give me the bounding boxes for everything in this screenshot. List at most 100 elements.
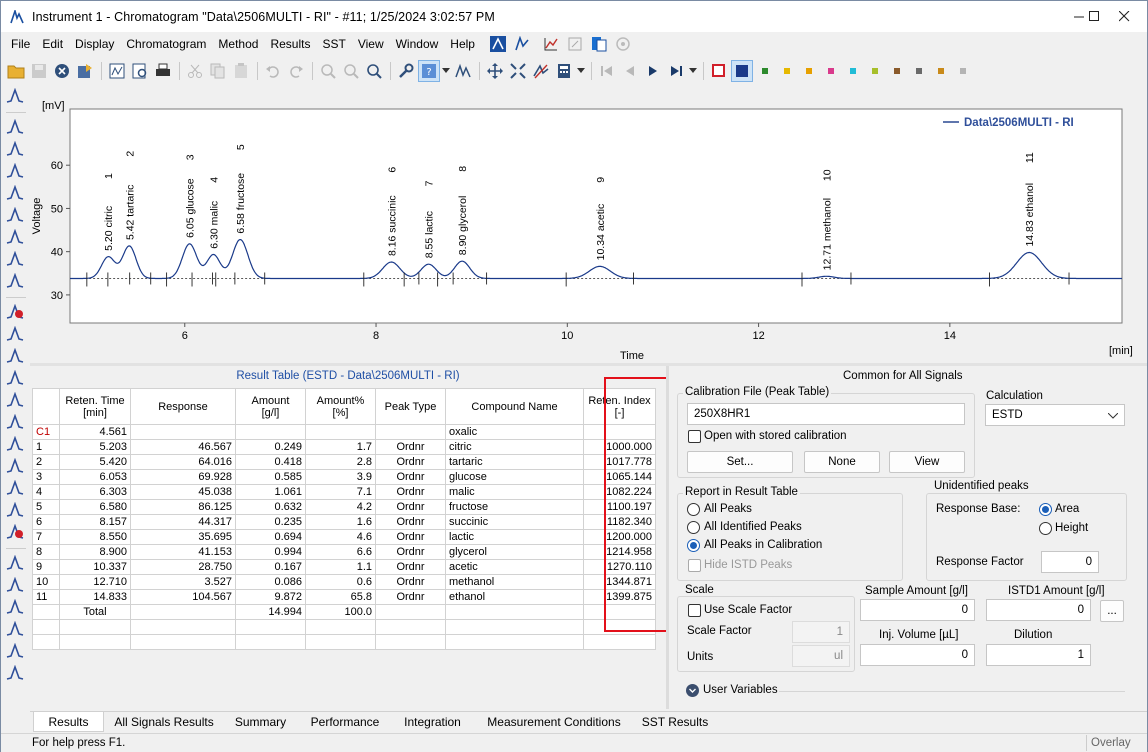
tab-all-signals-results[interactable]: All Signals Results [110,712,218,732]
table-cell[interactable]: Ordnr [375,544,446,560]
table-cell[interactable]: 3.9 [305,469,376,485]
table-cell[interactable]: succinic [445,514,584,530]
table-cell[interactable]: 9 [32,559,60,575]
copy-icon[interactable] [207,60,229,82]
table-cell[interactable]: 8.900 [59,544,131,560]
table-cell[interactable]: C1 [32,424,60,440]
peak-k-icon[interactable] [3,455,27,477]
table-cell[interactable]: 14.833 [59,589,131,605]
table-cell[interactable]: 104.567 [130,589,236,605]
peak-b-icon[interactable] [3,138,27,160]
table-cell[interactable]: 28.750 [130,559,236,575]
table-cell[interactable]: 10.337 [59,559,131,575]
open-chromatogram-icon[interactable] [106,60,128,82]
print-icon[interactable] [152,60,174,82]
tab-measurement-conditions[interactable]: Measurement Conditions [480,712,628,732]
peak-s-icon[interactable] [3,248,27,270]
table-cell[interactable] [375,424,446,440]
table-cell[interactable]: 3.527 [130,574,236,590]
dilution-field[interactable]: 1 [986,644,1091,666]
table-cell[interactable]: tartaric [445,454,584,470]
table-cell[interactable]: Ordnr [375,454,446,470]
help-cursor-icon[interactable]: ? [418,59,440,82]
baseline-tilt-icon[interactable] [3,574,27,596]
menu-help[interactable]: Help [444,33,481,55]
menu-method[interactable]: Method [212,33,264,55]
menu-edit[interactable]: Edit [36,33,69,55]
table-cell[interactable]: 6.053 [59,469,131,485]
table-cell[interactable]: 100.0 [305,604,376,620]
overlay-chart-icon[interactable] [542,36,560,52]
peak-valley-icon[interactable] [3,204,27,226]
table-cell[interactable]: Ordnr [375,529,446,545]
peak-final-icon[interactable] [3,662,27,684]
table-row[interactable]: 4 6.303 45.038 1.061 7.1 Ordnr malic 1082.224 [32,484,656,500]
table-cell[interactable]: 0.6 [305,574,376,590]
hide-istd-checkbox[interactable] [688,559,701,572]
baseline-icon[interactable] [3,552,27,574]
calculation-select[interactable]: ESTD [985,404,1125,426]
next-icon[interactable] [642,60,664,82]
peak-m-icon[interactable] [3,499,27,521]
peak-g-icon[interactable] [3,270,27,292]
table-cell[interactable]: 1.7 [305,439,376,455]
menu-sst[interactable]: SST [316,33,351,55]
table-cell[interactable]: Ordnr [375,499,446,515]
table-cell[interactable]: 7.1 [305,484,376,500]
overlay-peaks-icon[interactable] [3,85,27,107]
table-cell[interactable] [32,604,60,620]
table-cell[interactable]: ethanol [445,589,584,605]
table-cell[interactable] [445,604,584,620]
table-row[interactable]: C1 4.561 oxalic [32,424,656,440]
table-cell[interactable]: 86.125 [130,499,236,515]
table-row[interactable]: 8 8.900 41.153 0.994 6.6 Ordnr glycerol 1214.95… [32,544,656,560]
baseline-check-icon[interactable] [3,640,27,662]
table-cell[interactable]: 0.632 [235,499,306,515]
peak-e-icon[interactable] [3,345,27,367]
zoom-out-icon[interactable] [340,60,362,82]
table-cell[interactable]: 8.550 [59,529,131,545]
radio-peaks-in-calibration[interactable] [687,539,700,552]
table-cell[interactable]: 2 [32,454,60,470]
peak-icon[interactable] [452,60,474,82]
baseline-cut-icon[interactable] [3,596,27,618]
table-cell[interactable]: 11 [32,589,60,605]
export-chart-icon[interactable] [566,36,584,52]
radio-area[interactable] [1039,503,1052,516]
color-swatch[interactable] [960,67,966,74]
peak-delete-icon[interactable] [3,301,27,323]
peak-remove-icon[interactable] [3,521,27,543]
view-button[interactable]: View [889,451,965,473]
table-cell[interactable]: Ordnr [375,439,446,455]
inj-volume-field[interactable]: 0 [860,644,975,666]
scale-factor-field[interactable]: 1 [792,621,850,643]
table-cell[interactable]: 0.418 [235,454,306,470]
peak-h-icon[interactable] [3,389,27,411]
table-cell[interactable]: methanol [445,574,584,590]
istd-amount-field[interactable]: 0 [986,599,1091,621]
peak-f-icon[interactable] [3,367,27,389]
table-row[interactable]: 7 8.550 35.695 0.694 4.6 Ordnr lactic 1200.000 [32,529,656,545]
column-header[interactable]: Response [130,388,236,425]
dropdown-arrow-icon[interactable] [576,60,586,82]
send-icon[interactable] [74,60,96,82]
menu-window[interactable]: Window [390,33,445,55]
cut-icon[interactable] [184,60,206,82]
instrument-icon[interactable] [489,36,507,52]
paste-icon[interactable] [230,60,252,82]
last-icon[interactable] [665,60,687,82]
table-cell[interactable]: Ordnr [375,589,446,605]
tab-performance[interactable]: Performance [304,712,386,732]
table-row[interactable]: 2 5.420 64.016 0.418 2.8 Ordnr tartaric 1017.77… [32,454,656,470]
tab-results[interactable]: Results [33,712,104,732]
dropdown-arrow-icon[interactable] [441,60,451,82]
table-cell[interactable] [130,424,236,440]
table-cell[interactable]: fructose [445,499,584,515]
table-cell[interactable]: 0.585 [235,469,306,485]
table-cell[interactable]: 1.1 [305,559,376,575]
table-cell[interactable]: 4.2 [305,499,376,515]
color-swatch[interactable] [872,67,878,74]
table-cell[interactable]: 6 [32,514,60,530]
table-row[interactable]: 6 8.157 44.317 0.235 1.6 Ordnr succinic 1182.34… [32,514,656,530]
table-cell[interactable]: 5 [32,499,60,515]
